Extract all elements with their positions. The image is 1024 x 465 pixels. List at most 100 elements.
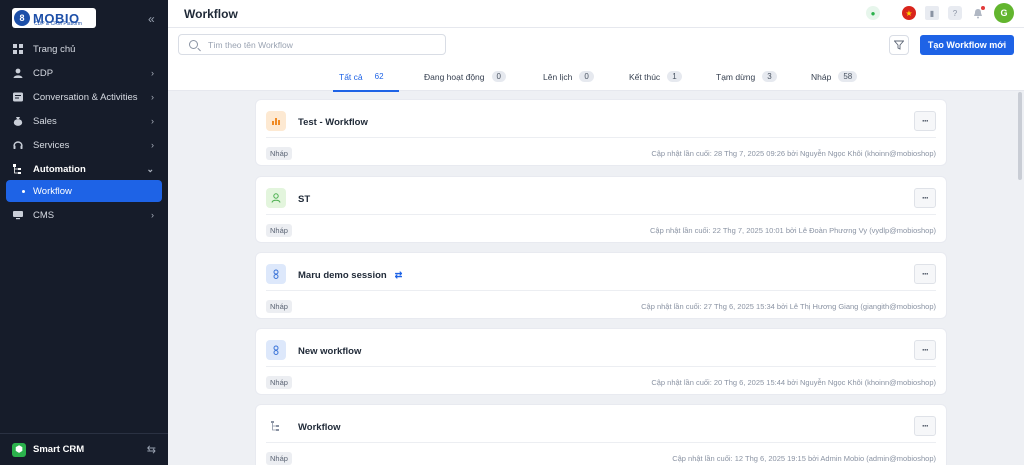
tab-all[interactable]: Tất cả 62	[333, 62, 398, 92]
help-icon[interactable]: ?	[948, 6, 962, 20]
workflow-name[interactable]: Workflow	[298, 422, 341, 433]
chevron-down-icon: ⌄	[146, 163, 154, 174]
bullet-icon	[22, 189, 25, 193]
profile-icon	[266, 340, 286, 360]
workflow-card[interactable]: New workflow ··· Nháp Cập nhật lần cuối:…	[255, 328, 947, 395]
tab-ended[interactable]: Kết thúc 1	[629, 62, 682, 91]
sidebar-item-label: Trang chủ	[33, 43, 76, 55]
chevron-right-icon: ›	[151, 116, 154, 126]
tab-label: Tất cả	[339, 71, 363, 82]
sidebar-item-cdp[interactable]: CDP ›	[0, 61, 168, 85]
sidebar-item-automation[interactable]: Automation ⌄	[0, 157, 168, 181]
workflow-card[interactable]: ST ··· Nháp Cập nhật lần cuối: 22 Thg 7,…	[255, 176, 947, 243]
switch-app-icon[interactable]: ⇆	[147, 443, 156, 456]
brand-tagline: CDP & CRM Platform	[34, 21, 82, 27]
workflow-list: Test - Workflow ··· Nháp Cập nhật lần cu…	[168, 91, 1018, 465]
tab-label: Tạm dừng	[716, 71, 756, 82]
more-options-button[interactable]: ···	[914, 340, 936, 360]
top-header: Workflow ● ★ ▮ ? G	[168, 0, 1024, 28]
smart-crm-logo-icon: ⬢	[12, 442, 26, 457]
sidebar-footer: ⬢ Smart CRM ⇆	[0, 433, 168, 465]
divider	[266, 137, 936, 138]
sidebar-item-label: Automation	[33, 163, 86, 175]
sidebar-item-services[interactable]: Services ›	[0, 133, 168, 157]
workflow-name[interactable]: ST	[298, 194, 310, 205]
home-grid-icon	[12, 44, 23, 55]
status-tabs: Tất cả 62 Đang hoạt động 0 Lên lịch 0 Kế…	[168, 62, 1024, 92]
sync-icon: ⇄	[394, 270, 403, 280]
flow-icon	[266, 416, 286, 436]
support-icon	[12, 140, 23, 151]
chevron-right-icon: ›	[151, 68, 154, 78]
user-avatar[interactable]: G	[994, 3, 1014, 23]
chevron-right-icon: ›	[151, 140, 154, 150]
sidebar-item-label: Services	[33, 139, 70, 151]
tab-count: 3	[762, 71, 777, 82]
tab-paused[interactable]: Tạm dừng 3	[716, 62, 777, 91]
person-icon	[266, 188, 286, 208]
page-title: Workflow	[184, 7, 238, 21]
sidebar-item-label: Conversation & Activities	[33, 91, 138, 103]
filter-icon	[894, 40, 904, 50]
tab-draft[interactable]: Nháp 58	[811, 62, 858, 91]
money-bag-icon	[12, 116, 23, 127]
sidebar-item-label: CDP	[33, 67, 54, 79]
workflow-card[interactable]: Test - Workflow ··· Nháp Cập nhật lần cu…	[255, 99, 947, 166]
logo-mark-icon: 8	[14, 10, 30, 26]
toolbar: Tạo Workflow mới	[168, 28, 1024, 62]
tab-count: 1	[667, 71, 682, 82]
sidebar: 8 MOBIO CDP & CRM Platform « Trang chủ C…	[0, 0, 168, 465]
workflow-card[interactable]: Maru demo session ⇄ ··· Nháp Cập nhật lầ…	[255, 252, 947, 319]
tab-count: 58	[838, 71, 858, 82]
sidebar-item-conversation[interactable]: Conversation & Activities ›	[0, 85, 168, 109]
tab-label: Kết thúc	[629, 71, 661, 82]
more-options-button[interactable]: ···	[914, 111, 936, 131]
workflow-name[interactable]: Test - Workflow	[298, 117, 368, 128]
workflow-name[interactable]: Maru demo session ⇄	[298, 270, 402, 281]
tab-scheduled[interactable]: Lên lịch 0	[543, 62, 594, 91]
workflow-name[interactable]: New workflow	[298, 346, 361, 357]
smart-crm-label: Smart CRM	[33, 444, 85, 455]
page-scrollbar[interactable]	[1018, 92, 1022, 180]
notification-bell-icon[interactable]	[971, 6, 985, 20]
tab-count: 0	[491, 71, 506, 82]
sidebar-item-sales[interactable]: Sales ›	[0, 109, 168, 133]
search-box[interactable]	[178, 34, 446, 55]
status-badge: Nháp	[266, 224, 292, 237]
collapse-sidebar-icon[interactable]: «	[148, 12, 155, 26]
guide-book-icon[interactable]: ▮	[925, 6, 939, 20]
filter-button[interactable]	[889, 35, 909, 55]
app-switcher-icon[interactable]: ●	[866, 6, 880, 20]
workflow-card[interactable]: Workflow ··· Nháp Cập nhật lần cuối: 12 …	[255, 404, 947, 465]
tab-label: Nháp	[811, 71, 832, 82]
chat-icon	[12, 92, 23, 103]
sidebar-item-cms[interactable]: CMS ›	[0, 203, 168, 227]
last-updated-text: Cập nhật lần cuối: 12 Thg 6, 2025 19:15 …	[672, 454, 936, 463]
status-badge: Nháp	[266, 452, 292, 465]
brand-logo[interactable]: 8 MOBIO CDP & CRM Platform	[12, 8, 96, 28]
user-icon	[12, 68, 23, 79]
last-updated-text: Cập nhật lần cuối: 28 Thg 7, 2025 09:26 …	[651, 149, 936, 158]
status-badge: Nháp	[266, 147, 292, 160]
notification-dot	[981, 6, 985, 10]
chevron-right-icon: ›	[151, 92, 154, 102]
more-options-button[interactable]: ···	[914, 188, 936, 208]
divider	[266, 366, 936, 367]
sidebar-item-label: CMS	[33, 209, 55, 221]
sidebar-subitem-workflow[interactable]: Workflow	[6, 180, 162, 202]
more-options-button[interactable]: ···	[914, 264, 936, 284]
last-updated-text: Cập nhật lần cuối: 27 Thg 6, 2025 15:34 …	[641, 302, 936, 311]
search-input[interactable]	[208, 39, 428, 50]
monitor-icon	[12, 210, 23, 221]
tab-active[interactable]: Đang hoạt động 0	[424, 62, 506, 91]
flow-icon	[12, 164, 23, 175]
status-badge: Nháp	[266, 376, 292, 389]
create-workflow-button[interactable]: Tạo Workflow mới	[920, 35, 1014, 55]
divider	[266, 290, 936, 291]
sidebar-item-home[interactable]: Trang chủ	[0, 37, 168, 61]
more-options-button[interactable]: ···	[914, 416, 936, 436]
tab-label: Lên lịch	[543, 71, 573, 82]
vietnam-flag-icon[interactable]: ★	[902, 6, 916, 20]
last-updated-text: Cập nhật lần cuối: 22 Thg 7, 2025 10:01 …	[650, 226, 936, 235]
header-actions: ● ★ ▮ ? G	[866, 3, 1014, 23]
